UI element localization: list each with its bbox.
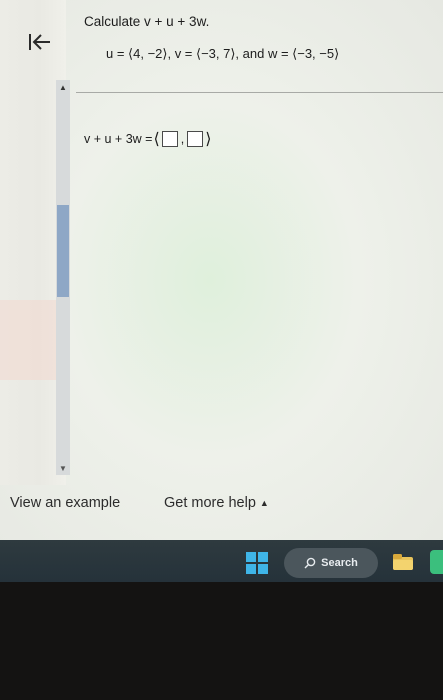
windows-logo-tile [258, 552, 268, 562]
windows-logo-tile [246, 564, 256, 574]
help-bar: View an example Get more help ▲ [0, 490, 443, 520]
separator: , [180, 132, 185, 146]
rail-tint [0, 300, 58, 380]
browser-icon[interactable] [430, 550, 443, 574]
scrollbar[interactable]: ▲ ▼ [56, 80, 70, 475]
get-more-help-label: Get more help [164, 495, 256, 511]
answer-input-y[interactable] [187, 131, 204, 147]
taskbar-search-button[interactable]: Search [284, 548, 378, 578]
windows-logo-tile [258, 564, 268, 574]
search-label: Search [321, 557, 358, 569]
windows-logo-icon [246, 552, 256, 562]
answer-label: v + u + 3w = [84, 132, 153, 146]
question-title: Calculate v + u + 3w. [84, 14, 210, 29]
scroll-thumb[interactable] [57, 205, 69, 297]
collapse-back-button[interactable] [26, 28, 54, 56]
search-icon [304, 557, 316, 569]
answer-row: v + u + 3w = ⟨ , ⟩ [84, 129, 212, 149]
get-more-help-button[interactable]: Get more help ▲ [164, 495, 269, 511]
windows-start-button[interactable] [246, 552, 268, 574]
open-bracket: ⟨ [153, 131, 160, 148]
file-explorer-icon[interactable] [392, 552, 414, 572]
given-vectors: u = ⟨4, −2⟩, v = ⟨−3, 7⟩, and w = ⟨−3, −… [106, 46, 340, 61]
divider [76, 92, 443, 93]
view-example-link[interactable]: View an example [10, 495, 120, 511]
arrow-left-bar-icon [29, 34, 50, 50]
scroll-down-arrow-icon[interactable]: ▼ [56, 463, 70, 473]
caret-up-icon: ▲ [259, 498, 269, 509]
screen: ▲ ▼ Calculate v + u + 3w. u = ⟨4, −2⟩, v… [0, 0, 443, 540]
photo-background [0, 582, 443, 700]
close-bracket: ⟩ [205, 131, 212, 148]
answer-input-x[interactable] [161, 131, 178, 147]
scroll-up-arrow-icon[interactable]: ▲ [56, 82, 70, 92]
